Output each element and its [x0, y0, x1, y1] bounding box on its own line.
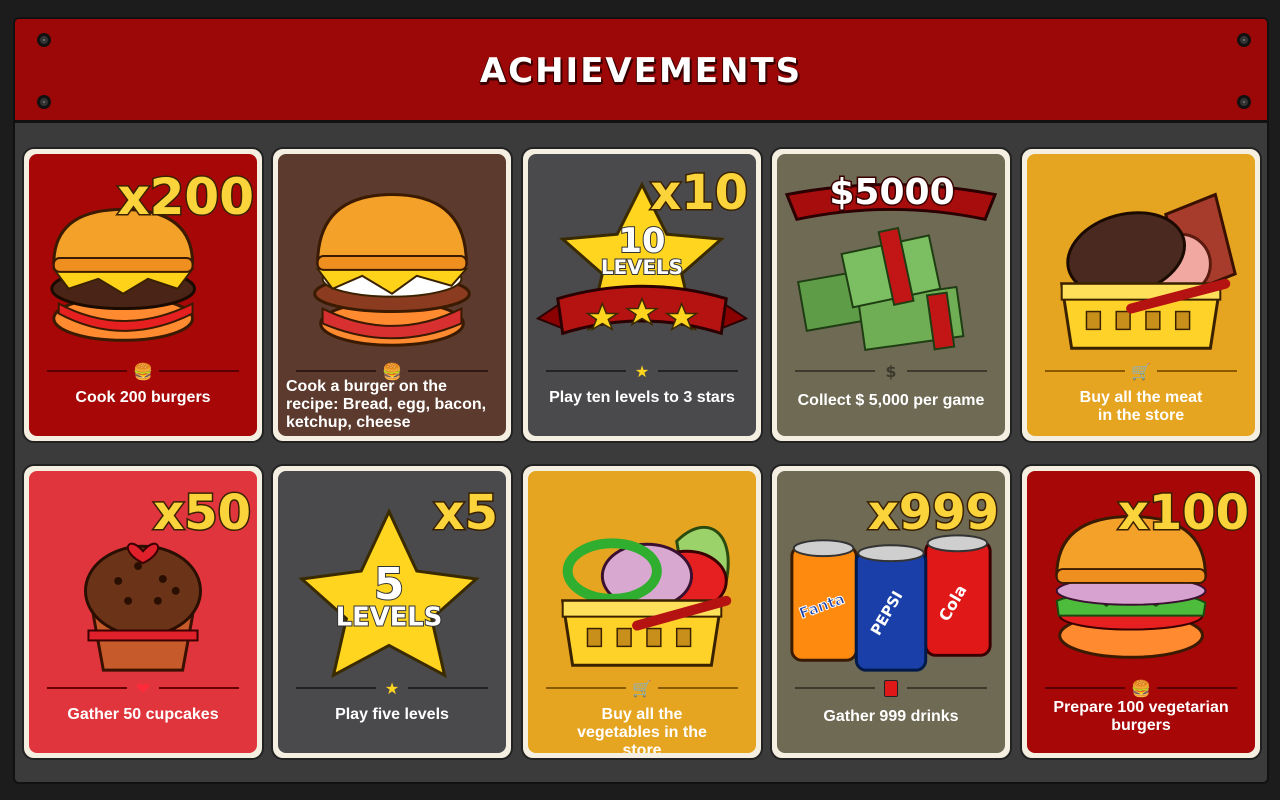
multiplier-badge: x999: [866, 484, 1000, 543]
svg-text:LEVELS: LEVELS: [601, 256, 683, 279]
achievement-card[interactable]: x50 ❤ Gather 50 cupcakes: [22, 464, 264, 760]
star-icon: ★: [384, 678, 400, 698]
svg-text:LEVELS: LEVELS: [336, 603, 443, 633]
bolt-icon: [37, 33, 51, 47]
multiplier-badge: x100: [1116, 484, 1250, 543]
achievement-description: Cook 200 burgers: [75, 389, 211, 406]
svg-text:x10: x10: [650, 165, 748, 221]
drink-icon: [880, 677, 902, 699]
bolt-icon: [37, 95, 51, 109]
multiplier-badge: x50: [152, 484, 253, 543]
achievement-description: Gather 50 cupcakes: [67, 706, 219, 723]
achievement-description: Prepare 100 vegetarian burgers: [1053, 699, 1229, 734]
achievement-description: Gather 999 drinks: [823, 708, 959, 725]
achievement-description: Play ten levels to 3 stars: [549, 389, 735, 406]
achievement-card[interactable]: 10 LEVELS x10 ★ Play ten levels to 3 sta…: [521, 147, 763, 443]
page-title: ACHIEVEMENTS: [479, 51, 803, 91]
achievement-card[interactable]: $5000 $ Collect $ 5,000 per game: [770, 147, 1012, 443]
achievement-description: Buy all the vegetables in the store: [577, 706, 707, 753]
burger-icon: 🍔: [1131, 678, 1151, 698]
achievement-card[interactable]: 🛒 Buy all the meat in the store: [1020, 147, 1262, 443]
meat-basket-illustration: [1059, 192, 1237, 350]
achievement-description: Play five levels: [335, 706, 449, 723]
header-bar: ACHIEVEMENTS: [15, 19, 1267, 123]
cart-icon: 🛒: [1131, 361, 1151, 381]
svg-text:x999: x999: [868, 485, 999, 541]
svg-text:$5000: $5000: [829, 172, 954, 213]
multiplier-badge: x5: [432, 484, 499, 543]
svg-text:x200: x200: [117, 168, 254, 226]
achievement-card[interactable]: Fanta PEPSI Cola x999 Gather 999 drinks: [770, 464, 1012, 760]
star-icon: ★: [634, 361, 650, 381]
multiplier-badge: x10: [649, 164, 750, 223]
vegetable-basket-illustration: [560, 525, 732, 667]
achievement-card[interactable]: 5 LEVELS x5 ★ Play five levels: [271, 464, 513, 760]
svg-text:x5: x5: [434, 485, 498, 541]
cart-icon: 🛒: [632, 678, 652, 698]
achievement-card[interactable]: x100 🍔 Prepare 100 vegetarian burgers: [1020, 464, 1262, 760]
achievement-card[interactable]: 🛒 Buy all the vegetables in the store: [521, 464, 763, 760]
recipe-burger-illustration: [313, 193, 471, 347]
dollar-icon: $: [885, 361, 897, 381]
svg-text:x100: x100: [1118, 485, 1249, 541]
achievement-description: Collect $ 5,000 per game: [797, 392, 985, 409]
multiplier-badge: $5000: [828, 171, 956, 215]
bolt-icon: [1237, 95, 1251, 109]
multiplier-badge: x200: [116, 167, 256, 228]
achievement-description: Cook a burger on the recipe: Bread, egg,…: [286, 378, 487, 431]
svg-text:x50: x50: [153, 485, 251, 541]
bolt-icon: [1237, 33, 1251, 47]
achievement-description: Buy all the meat in the store: [1079, 389, 1203, 424]
heart-icon: ❤: [136, 678, 150, 698]
burger-icon: 🍔: [133, 361, 153, 381]
achievement-card[interactable]: 🍔 Cook a burger on the recipe: Bread, eg…: [271, 147, 513, 443]
achievement-card[interactable]: x200 🍔 Cook 200 burgers: [22, 147, 264, 443]
